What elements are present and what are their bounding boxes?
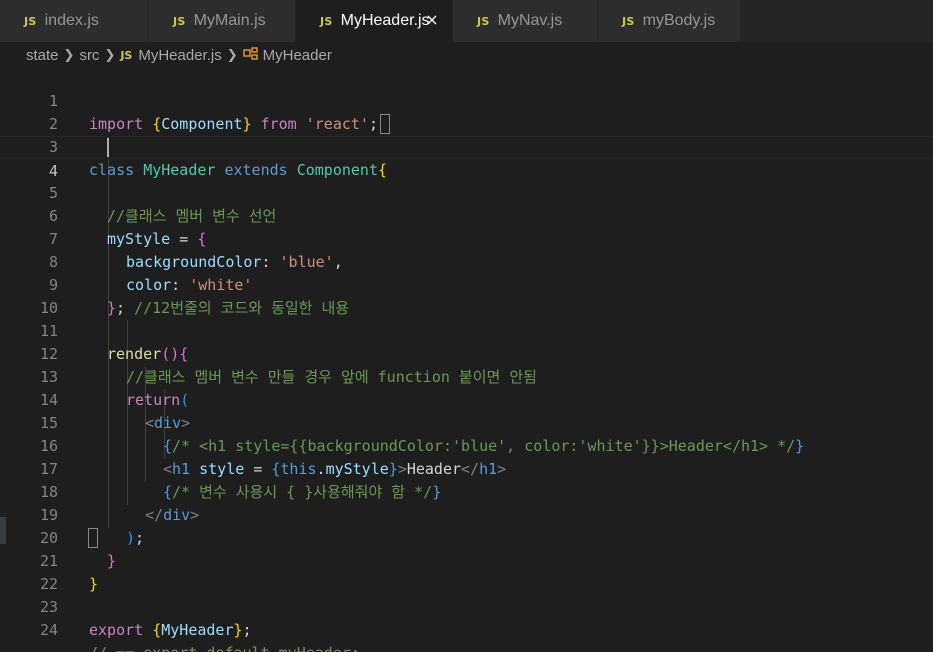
class-symbol-icon	[242, 46, 259, 64]
code-line: 2	[0, 90, 933, 133]
code-line: 17 {/* 변수 사용시 { }사용해줘야 함 */}	[0, 435, 933, 501]
code-editor[interactable]: 1 import {Component} from 'react'; 2 3 c…	[0, 67, 933, 652]
javascript-file-icon: JS	[477, 14, 490, 28]
code-line: 3 class MyHeader extends Component{	[0, 113, 933, 179]
code-line: 20 }	[0, 504, 933, 570]
code-line-current: 4	[0, 136, 933, 180]
code-line: 6 myStyle = {	[0, 182, 933, 248]
close-tab-icon[interactable]	[424, 12, 440, 28]
code-line: 15 {/* <h1 style={{backgroundColor:'blue…	[0, 389, 933, 455]
breadcrumb-item-file[interactable]: MyHeader.js	[138, 47, 221, 64]
javascript-file-icon: JS	[24, 14, 37, 28]
code-line: 13 return(	[0, 343, 933, 409]
tab-label: MyHeader.js	[340, 12, 430, 29]
tab-mybody-js[interactable]: JS myBody.js	[598, 0, 741, 42]
tab-myheader-js[interactable]: JS MyHeader.js	[296, 0, 453, 42]
code-line: 8 color: 'white'	[0, 228, 933, 294]
javascript-file-icon: JS	[173, 14, 186, 28]
javascript-file-icon: JS	[320, 14, 333, 28]
code-line: 5 //클래스 멤버 변수 선언	[0, 159, 933, 225]
bracket-match-highlight	[380, 114, 390, 134]
tab-index-js[interactable]: JS index.js	[0, 0, 149, 42]
code-line: 10	[0, 274, 933, 317]
code-line: 9 }; //12번줄의 코드와 동일한 내용	[0, 251, 933, 317]
code-line: 14 <div>	[0, 366, 933, 432]
code-line: 7 backgroundColor: 'blue',	[0, 205, 933, 271]
chevron-right-icon: ❯	[104, 47, 116, 62]
tab-label: MyMain.js	[193, 12, 266, 29]
tab-mynav-js[interactable]: JS MyNav.js	[453, 0, 598, 42]
code-line: 16 <h1 style = {this.myStyle}>Header</h1…	[0, 412, 933, 478]
scrollbar-marker[interactable]	[0, 517, 6, 544]
tab-label: MyNav.js	[497, 12, 563, 29]
breadcrumb-item-src[interactable]: src	[79, 47, 99, 64]
breadcrumb: state ❯ src ❯ JS MyHeader.js ❯ MyHeader	[0, 42, 933, 68]
tab-mymain-js[interactable]: JS MyMain.js	[149, 0, 296, 42]
code-line: 22	[0, 550, 933, 593]
tab-label: myBody.js	[642, 12, 716, 29]
chevron-right-icon: ❯	[226, 47, 238, 62]
tab-label: index.js	[44, 12, 99, 29]
code-line: 12 //클래스 멤버 변수 만들 경우 앞에 function 붙이면 안됨	[0, 320, 933, 386]
code-line: 11 render(){	[0, 297, 933, 363]
javascript-file-icon: JS	[622, 14, 635, 28]
javascript-file-icon: JS	[120, 48, 133, 62]
code-line: 21 }	[0, 527, 933, 593]
bracket-match-highlight	[88, 528, 98, 548]
code-line: 18 </div>	[0, 458, 933, 524]
code-line: 1 import {Component} from 'react';	[0, 67, 933, 133]
breadcrumb-item-state[interactable]: state	[26, 47, 59, 64]
editor-tab-bar: JS index.js JS MyMain.js JS MyHeader.js …	[0, 0, 933, 42]
code-line: 23 export {MyHeader};	[0, 573, 933, 639]
breadcrumb-item-symbol[interactable]: MyHeader	[263, 47, 332, 64]
code-line: 24 // == export default myHeader;	[0, 596, 933, 652]
chevron-right-icon: ❯	[63, 47, 75, 62]
line-number: 24	[39, 621, 58, 639]
code-line: 19 );	[0, 481, 933, 547]
text-cursor	[107, 138, 109, 157]
